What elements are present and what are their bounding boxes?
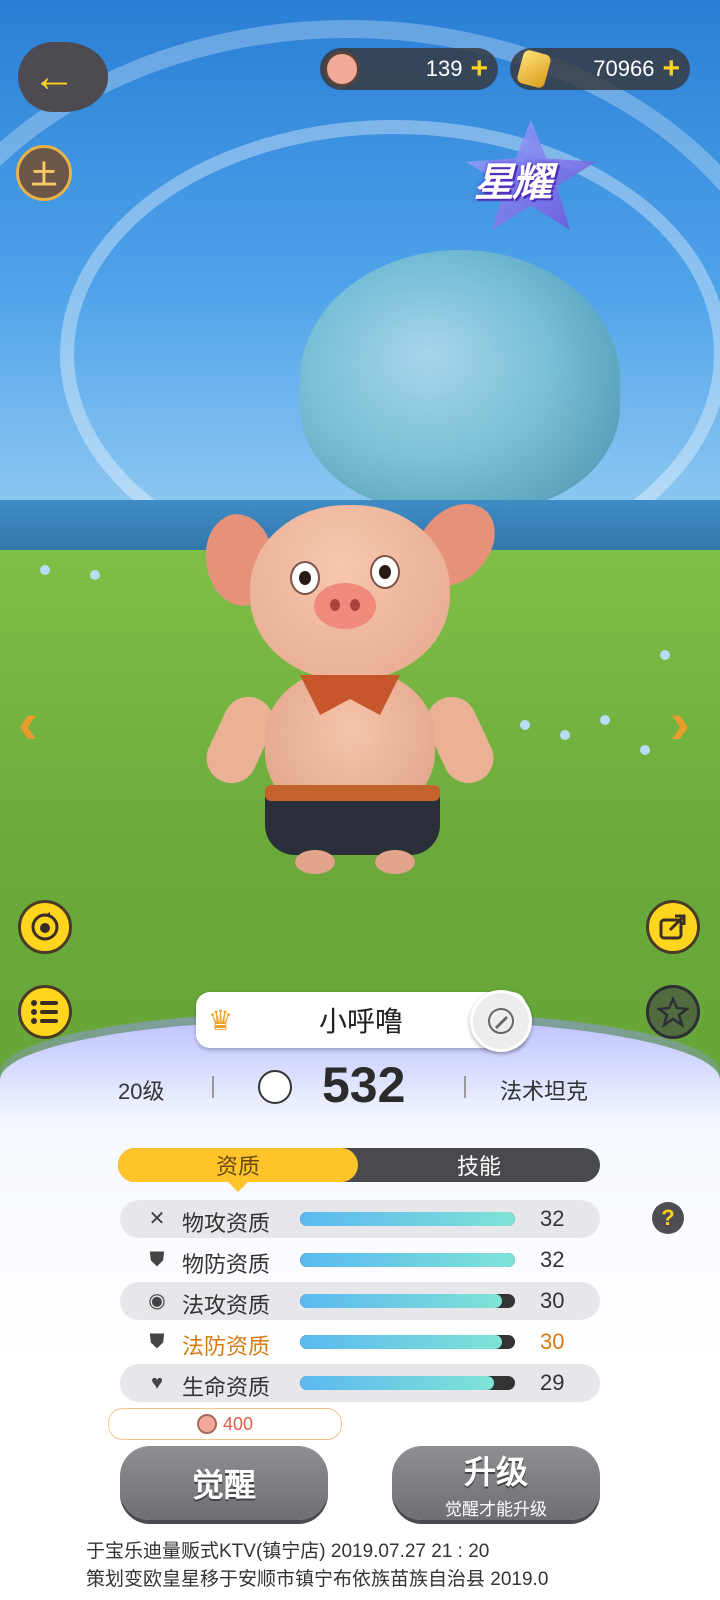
flower xyxy=(640,745,650,755)
flower xyxy=(40,565,50,575)
pet-level: 20级 xyxy=(118,1079,165,1104)
pet-name: 小呼噜 xyxy=(318,1006,403,1037)
aptitude-bar-fill xyxy=(300,1335,503,1349)
star-rank-label: 星耀 xyxy=(474,161,552,205)
prev-pet-arrow-icon[interactable]: ‹ xyxy=(18,688,38,757)
planet-backdrop xyxy=(300,250,620,510)
share-icon xyxy=(659,914,686,940)
aptitude-bar xyxy=(300,1253,515,1267)
pig-belt xyxy=(265,785,440,801)
pet-summary-line: 20级 532 法术坦克 xyxy=(0,1050,720,1120)
aptitude-bar xyxy=(300,1376,515,1390)
star-rank-badge: 星耀 xyxy=(466,120,596,230)
pet-role: 法术坦克 xyxy=(500,1079,589,1104)
add-gold-icon[interactable]: + xyxy=(662,54,680,84)
aptitude-value: 30 xyxy=(540,1329,565,1354)
ticker-line: 策划变欧皇星移于安顺市镇宁布依族苗族自治县 2019.0 xyxy=(86,1569,549,1590)
awaken-button[interactable]: 觉醒 xyxy=(120,1446,328,1520)
aptitude-bar xyxy=(300,1335,515,1349)
star-outline-icon xyxy=(657,996,689,1028)
cycle-icon xyxy=(31,912,59,941)
aptitude-value: 30 xyxy=(540,1288,565,1313)
pig-eye xyxy=(290,561,320,595)
upgrade-button[interactable]: 升级 觉醒才能升级 xyxy=(392,1446,600,1520)
magic-shield-icon: ⛊ xyxy=(149,1331,165,1353)
aptitude-row: ♥ 生命资质 29 xyxy=(120,1364,600,1402)
aptitude-label: 法攻资质 xyxy=(182,1293,271,1318)
aptitude-row: ◉ 法攻资质 30 xyxy=(120,1282,600,1320)
gold-crystal-icon xyxy=(516,48,552,90)
crown-icon: ♛ xyxy=(208,1005,234,1036)
edit-pencil-icon xyxy=(488,1008,514,1034)
back-arrow-icon: ← xyxy=(32,52,76,101)
aptitude-label: 物攻资质 xyxy=(182,1211,271,1236)
pig-coin-counter[interactable]: 139 + xyxy=(320,48,498,90)
aptitude-label: 物防资质 xyxy=(182,1252,271,1277)
pig-coin-icon xyxy=(324,51,360,87)
menu-list-button[interactable] xyxy=(18,985,72,1039)
flower xyxy=(660,650,670,660)
pig-eye xyxy=(370,555,400,589)
aptitude-value: 29 xyxy=(540,1370,565,1395)
pig-foot xyxy=(295,850,335,874)
upgrade-label: 升级 xyxy=(463,1453,528,1490)
next-pet-arrow-icon[interactable]: › xyxy=(670,688,690,757)
aptitude-bar xyxy=(300,1294,515,1308)
tab-skills[interactable]: 技能 xyxy=(358,1148,600,1182)
flower xyxy=(520,720,530,730)
pig-coin-value: 139 xyxy=(425,56,463,81)
switch-pet-button[interactable] xyxy=(18,900,72,954)
pig-snout xyxy=(314,583,376,629)
combat-power-value: 532 xyxy=(322,1057,406,1113)
aptitude-row: ⛊ 法防资质 30 xyxy=(120,1323,600,1361)
awaken-label: 觉醒 xyxy=(191,1467,256,1503)
aptitude-label: 法防资质 xyxy=(182,1334,271,1359)
gold-counter[interactable]: 70966 + xyxy=(510,48,690,90)
back-button[interactable]: ← xyxy=(18,42,108,112)
aptitude-bar-fill xyxy=(300,1212,515,1226)
rename-button[interactable] xyxy=(470,990,532,1052)
aptitude-value: 32 xyxy=(540,1206,565,1231)
tab-aptitude[interactable]: 资质 xyxy=(118,1148,358,1192)
flower xyxy=(560,730,570,740)
share-button[interactable] xyxy=(646,900,700,954)
flower xyxy=(90,570,100,580)
aptitude-bar xyxy=(300,1212,515,1226)
magic-orb-icon: ◉ xyxy=(148,1290,166,1312)
shield-icon: ⛊ xyxy=(149,1249,165,1271)
swords-icon: ✕ xyxy=(148,1208,166,1230)
pig-coin-icon xyxy=(196,1414,217,1434)
pet-character[interactable] xyxy=(189,489,506,885)
combat-power-icon xyxy=(258,1070,292,1104)
aptitude-label: 生命资质 xyxy=(182,1375,271,1400)
divider xyxy=(212,1076,214,1098)
favorite-button[interactable] xyxy=(646,985,700,1039)
pig-head xyxy=(250,505,450,680)
info-tabs: 资质 技能 xyxy=(118,1148,600,1192)
aptitude-bar-fill xyxy=(300,1294,503,1308)
flower xyxy=(600,715,610,725)
help-icon[interactable]: ? xyxy=(652,1202,684,1234)
divider xyxy=(464,1076,466,1098)
aptitude-row: ✕ 物攻资质 32 xyxy=(120,1200,600,1238)
pig-foot xyxy=(375,850,415,874)
upgrade-note: 觉醒才能升级 xyxy=(445,1499,547,1519)
element-earth-badge[interactable]: 土 xyxy=(16,145,72,201)
heart-icon: ♥ xyxy=(151,1372,163,1394)
add-pig-coins-icon[interactable]: + xyxy=(470,54,488,84)
list-icon xyxy=(31,1000,58,1024)
aptitude-row: ⛊ 物防资质 32 xyxy=(120,1241,600,1279)
aptitude-bar-fill xyxy=(300,1253,515,1267)
aptitude-value: 32 xyxy=(540,1247,565,1272)
ticker-line: 于宝乐迪量贩式KTV(镇宁店) 2019.07.27 21 : 20 xyxy=(86,1541,490,1562)
gold-value: 70966 xyxy=(593,56,655,81)
aptitude-bar-fill xyxy=(300,1376,494,1390)
awaken-cost-value: 400 xyxy=(222,1413,254,1434)
awaken-cost: 400 xyxy=(108,1408,342,1440)
